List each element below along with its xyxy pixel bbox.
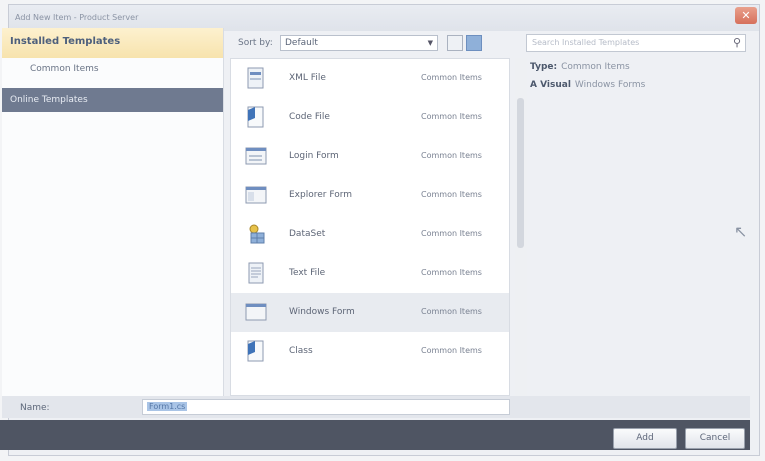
template-row[interactable]: Login Form Common Items <box>231 137 509 176</box>
template-sidebar: Installed Templates Common Items Online … <box>2 28 224 396</box>
name-value: Form1.cs <box>147 402 188 411</box>
template-category: Common Items <box>421 307 482 316</box>
list-scrollbar[interactable] <box>515 58 527 396</box>
online-templates-header[interactable]: Online Templates <box>2 88 223 112</box>
template-category: Common Items <box>421 229 482 238</box>
window-title: Add New Item - Product Server <box>15 13 139 22</box>
login-form-icon <box>245 147 267 165</box>
template-category: Common Items <box>421 346 482 355</box>
dialog-footer: Add Cancel <box>0 420 750 450</box>
tile-view-button[interactable] <box>466 35 482 51</box>
mouse-cursor-icon: ↖ <box>734 222 748 241</box>
search-icon[interactable]: ⚲ <box>733 36 741 49</box>
add-button[interactable]: Add <box>613 428 677 449</box>
vb-value: Windows Forms <box>574 80 646 90</box>
tree-item-common-items[interactable]: Common Items <box>2 58 223 80</box>
template-category: Common Items <box>421 190 482 199</box>
xml-file-icon <box>247 67 264 89</box>
chevron-down-icon: ▼ <box>427 39 433 47</box>
template-row[interactable]: Class Common Items <box>231 332 509 371</box>
template-name: DataSet <box>289 229 326 239</box>
name-field[interactable]: Form1.cs <box>142 399 510 415</box>
scrollbar-thumb[interactable] <box>517 98 524 248</box>
windows-form-icon <box>245 303 267 321</box>
close-button[interactable]: ✕ <box>735 7 757 24</box>
template-row[interactable]: Text File Common Items <box>231 254 509 293</box>
template-row[interactable]: XML File Common Items <box>231 59 509 98</box>
type-value: Common Items <box>561 62 630 72</box>
search-input[interactable]: Search Installed Templates ⚲ <box>526 34 746 52</box>
template-name: Text File <box>289 268 326 278</box>
text-file-icon <box>248 262 264 284</box>
template-name: Class <box>289 346 313 356</box>
class-icon <box>247 340 264 362</box>
template-list: XML File Common Items Code File Common I… <box>230 58 510 396</box>
list-toolbar: Sort by: Default ▼ <box>230 32 516 54</box>
template-name: XML File <box>289 73 326 83</box>
template-row[interactable]: Explorer Form Common Items <box>231 176 509 215</box>
search-placeholder: Search Installed Templates <box>532 38 640 47</box>
template-details: Type: Common Items A Visual Windows Forms <box>530 62 744 98</box>
type-label: Type: <box>530 62 558 72</box>
code-file-icon <box>247 106 264 128</box>
cancel-button[interactable]: Cancel <box>685 428 745 449</box>
template-name: Windows Form <box>289 307 355 317</box>
list-view-button[interactable] <box>447 35 463 51</box>
vb-label: A Visual <box>530 80 571 90</box>
sort-by-value: Default <box>285 38 318 48</box>
name-label: Name: <box>20 403 50 413</box>
template-row[interactable]: DataSet Common Items <box>231 215 509 254</box>
installed-templates-header[interactable]: Installed Templates <box>2 28 223 58</box>
dataset-icon <box>249 224 265 244</box>
template-row[interactable]: Code File Common Items <box>231 98 509 137</box>
template-name: Login Form <box>289 151 339 161</box>
template-category: Common Items <box>421 73 482 82</box>
name-row: Name: Form1.cs <box>2 396 750 418</box>
sort-by-label: Sort by: <box>238 38 273 48</box>
template-name: Explorer Form <box>289 190 353 200</box>
template-category: Common Items <box>421 268 482 277</box>
explorer-form-icon <box>245 186 267 204</box>
template-category: Common Items <box>421 151 482 160</box>
template-row[interactable]: Windows Form Common Items <box>231 293 509 332</box>
template-name: Code File <box>289 112 330 122</box>
sort-by-dropdown[interactable]: Default ▼ <box>280 35 438 51</box>
template-category: Common Items <box>421 112 482 121</box>
